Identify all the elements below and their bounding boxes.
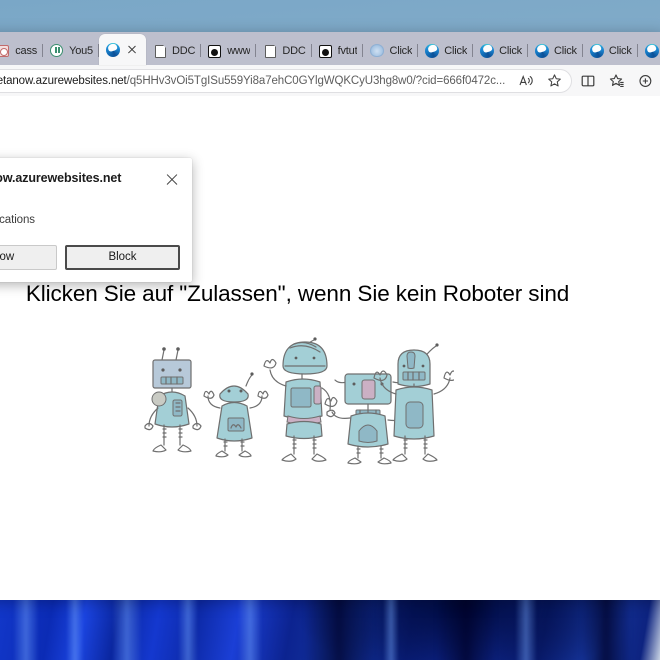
edge-icon: [534, 43, 549, 58]
pdf-icon: [208, 44, 222, 58]
tab-label: DDC: [282, 44, 306, 57]
browser-tab[interactable]: www: [201, 36, 257, 65]
tab-close-icon[interactable]: [125, 42, 140, 57]
permission-dialog-body: Show notifications: [0, 213, 35, 226]
browser-tab[interactable]: fvtut: [312, 36, 364, 65]
address-bar[interactable]: https://thenetanow.azurewebsites.net/q5H…: [0, 68, 572, 93]
address-bar-url[interactable]: https://thenetanow.azurewebsites.net/q5H…: [0, 75, 509, 87]
browser-tab[interactable]: cass: [0, 36, 43, 65]
desktop-wallpaper-bloom: [0, 600, 660, 660]
browser-tab[interactable]: Click: [583, 36, 638, 65]
browser-window: DDCcassYou5DDCwwwDDCfvtutClickClickClick…: [0, 32, 660, 600]
robots-illustration-wrapper: .ro { fill:none; stroke:#6f6f6f; stroke-…: [0, 336, 660, 472]
browser-tab[interactable]: Click: [363, 36, 419, 65]
tab-strip: DDCcassYou5DDCwwwDDCfvtutClickClickClick…: [0, 32, 660, 65]
browser-tab[interactable]: Click: [418, 36, 473, 65]
close-icon[interactable]: [164, 171, 180, 187]
tab-label: cass: [15, 44, 38, 57]
page-headline: Klicken Sie auf "Zulassen", wenn Sie kei…: [25, 281, 570, 306]
notification-permission-dialog: thenetanow.azurewebsites.net wants to Sh…: [0, 158, 192, 282]
camera-icon: [0, 44, 10, 58]
edge-icon: [480, 43, 495, 58]
split-screen-icon[interactable]: [574, 68, 601, 94]
tab-label: Click: [608, 44, 632, 57]
tab-label: DDC: [171, 44, 196, 57]
tab-label: www: [227, 44, 251, 57]
browser-tab[interactable]: You5: [43, 36, 99, 65]
edge-icon: [105, 42, 120, 57]
pdf-icon: [318, 44, 333, 58]
browser-tab[interactable]: DDC: [256, 36, 312, 65]
document-icon: [263, 44, 277, 58]
tab-label: Click: [389, 44, 413, 57]
block-button[interactable]: Block: [65, 244, 180, 270]
permission-dialog-header: thenetanow.azurewebsites.net wants to: [0, 170, 180, 204]
collections-icon[interactable]: [603, 68, 630, 94]
cloud-icon: [370, 43, 385, 58]
edge-icon: [589, 43, 604, 58]
browser-tab[interactable]: [98, 34, 146, 65]
browser-tab[interactable]: Click: [638, 36, 660, 65]
tab-label: fvtut: [337, 44, 358, 57]
youtube-icon: [50, 43, 64, 58]
document-icon: [153, 44, 167, 58]
url-host: https://thenetanow.azurewebsites.net: [0, 74, 127, 87]
edge-icon: [644, 43, 659, 58]
browser-tab[interactable]: DDC: [146, 36, 202, 65]
favorite-star-icon[interactable]: [543, 70, 565, 92]
browser-essentials-icon[interactable]: [632, 68, 659, 94]
tab-label: Click: [553, 44, 577, 57]
url-path: /q5HHv3vOi5TgISu559Yi8a7ehC0GYlgWQKCyU3h…: [126, 74, 506, 87]
tab-label: Click: [499, 44, 522, 57]
allow-button[interactable]: Allow: [0, 244, 57, 270]
browser-tab[interactable]: Click: [473, 36, 528, 65]
edge-icon: [425, 43, 440, 58]
browser-toolbar: https://thenetanow.azurewebsites.net/q5H…: [0, 65, 660, 96]
read-aloud-icon[interactable]: [515, 70, 537, 92]
tab-label: Click: [444, 44, 468, 57]
permission-dialog-actions: Allow Block: [0, 244, 180, 270]
permission-dialog-title: thenetanow.azurewebsites.net wants to: [0, 171, 122, 185]
robots-illustration: .ro { fill:none; stroke:#6f6f6f; stroke-…: [141, 336, 454, 472]
page-viewport: Klicken Sie auf "Zulassen", wenn Sie kei…: [0, 96, 660, 600]
tab-label: You5: [69, 44, 93, 57]
browser-tab[interactable]: Click: [528, 36, 583, 65]
